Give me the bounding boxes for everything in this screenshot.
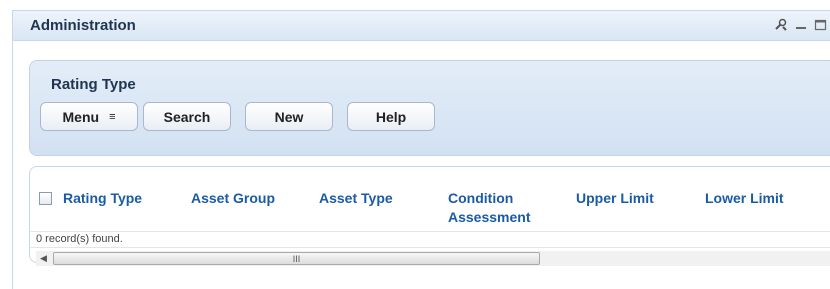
window-titlebar: Administration — [13, 11, 830, 41]
new-button[interactable]: New — [245, 102, 333, 131]
help-button-label: Help — [375, 108, 407, 125]
column-header-upper-limit[interactable]: Upper Limit — [576, 189, 654, 208]
admin-panel: Administration Rating Type Menu ≡ Search… — [12, 10, 830, 289]
search-button[interactable]: Search — [143, 102, 231, 131]
scroll-left-icon[interactable]: ◀ — [36, 251, 51, 266]
column-header-condition-assessment[interactable]: Condition Assessment — [448, 189, 531, 227]
column-header-lower-limit[interactable]: Lower Limit — [705, 189, 784, 208]
results-grid: Rating Type Asset Group Asset Type Condi… — [29, 166, 830, 266]
column-header-asset-group[interactable]: Asset Group — [191, 189, 275, 208]
grid-header: Rating Type Asset Group Asset Type Condi… — [30, 167, 830, 235]
window-controls — [774, 18, 828, 32]
record-count-status: 0 record(s) found. — [36, 233, 123, 245]
new-button-label: New — [274, 108, 304, 125]
menu-button[interactable]: Menu ≡ — [40, 102, 138, 131]
section-title: Rating Type — [51, 76, 136, 93]
horizontal-scrollbar[interactable]: ◀ III ▶ — [36, 251, 830, 266]
select-all-checkbox[interactable] — [39, 192, 52, 205]
maximize-icon[interactable] — [814, 18, 828, 32]
minimize-icon[interactable] — [794, 18, 808, 32]
column-header-asset-type[interactable]: Asset Type — [319, 189, 393, 208]
window-title: Administration — [30, 17, 136, 34]
search-criteria-panel: Rating Type Menu ≡ Search New Help — [29, 60, 830, 156]
tools-icon[interactable] — [774, 18, 788, 32]
column-header-condition-line1: Condition — [448, 190, 514, 206]
search-button-label: Search — [163, 108, 211, 125]
column-header-condition-line2: Assessment — [448, 209, 531, 225]
scrollbar-thumb[interactable]: III — [53, 252, 540, 265]
menu-dropdown-icon: ≡ — [109, 110, 116, 123]
row-divider — [30, 247, 830, 248]
menu-button-label: Menu — [62, 108, 100, 125]
scrollbar-grip-icon: III — [292, 253, 301, 264]
column-header-rating-type[interactable]: Rating Type — [63, 189, 142, 208]
header-divider — [30, 231, 830, 232]
help-button[interactable]: Help — [347, 102, 435, 131]
